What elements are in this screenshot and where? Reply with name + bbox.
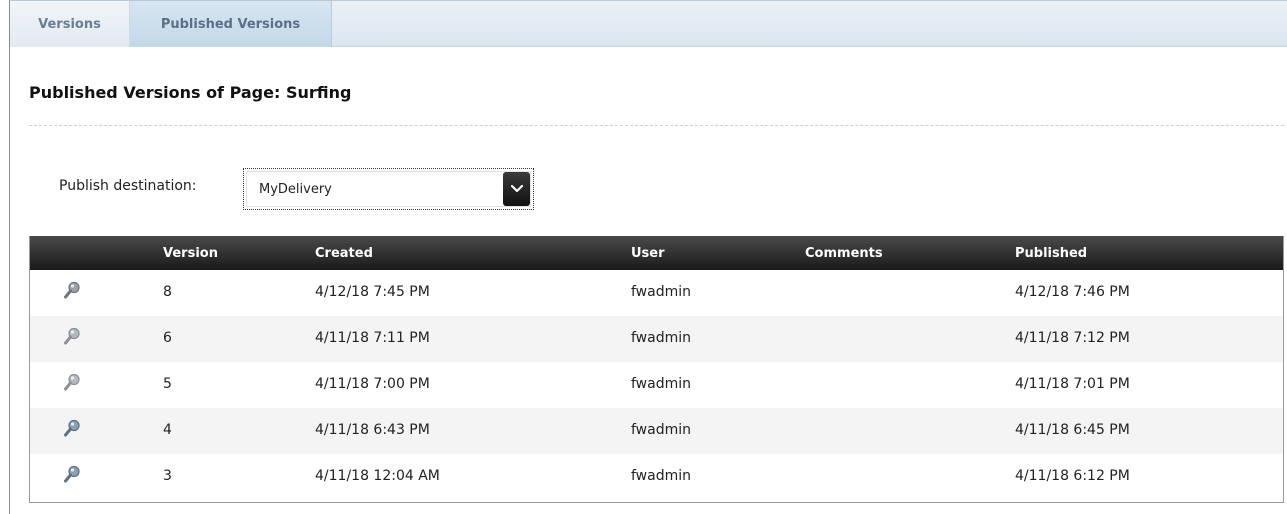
version-cell: 4 — [163, 422, 172, 438]
column-header-created[interactable]: Created — [315, 246, 373, 261]
table-row[interactable]: 8 4/12/18 7:45 PM fwadmin 4/12/18 7:46 P… — [30, 270, 1283, 316]
tab-versions[interactable]: Versions — [10, 1, 130, 47]
published-cell: 4/11/18 7:01 PM — [1015, 376, 1130, 392]
table-row[interactable]: 3 4/11/18 12:04 AM fwadmin 4/11/18 6:12 … — [30, 454, 1283, 500]
table-row[interactable]: 6 4/11/18 7:11 PM fwadmin 4/11/18 7:12 P… — [30, 316, 1283, 362]
select-inner: MyDelivery — [246, 171, 531, 207]
published-versions-table: Version Created User Comments Published … — [29, 236, 1284, 503]
published-cell: 4/11/18 7:12 PM — [1015, 330, 1130, 346]
version-cell: 3 — [163, 468, 172, 484]
tab-published-versions[interactable]: Published Versions — [130, 1, 332, 47]
table-row[interactable]: 4 4/11/18 6:43 PM fwadmin 4/11/18 6:45 P… — [30, 408, 1283, 454]
table-row[interactable]: 5 4/11/18 7:00 PM fwadmin 4/11/18 7:01 P… — [30, 362, 1283, 408]
table-header: Version Created User Comments Published — [30, 236, 1283, 270]
version-cell: 8 — [163, 284, 172, 300]
published-cell: 4/11/18 6:12 PM — [1015, 468, 1130, 484]
page-title: Published Versions of Page: Surfing — [29, 83, 352, 102]
column-header-published[interactable]: Published — [1015, 246, 1087, 261]
column-header-version[interactable]: Version — [163, 246, 218, 261]
user-cell: fwadmin — [631, 468, 691, 484]
publish-destination-label: Publish destination: — [59, 178, 197, 194]
column-header-user[interactable]: User — [631, 246, 665, 261]
user-cell: fwadmin — [631, 376, 691, 392]
version-cell: 5 — [163, 376, 172, 392]
magnifier-icon[interactable] — [63, 465, 81, 489]
magnifier-icon[interactable] — [63, 373, 81, 397]
user-cell: fwadmin — [631, 422, 691, 438]
created-cell: 4/11/18 12:04 AM — [315, 468, 440, 484]
created-cell: 4/11/18 7:00 PM — [315, 376, 430, 392]
publish-destination-select[interactable]: MyDelivery — [243, 168, 534, 210]
publish-destination-value: MyDelivery — [259, 182, 332, 197]
published-cell: 4/11/18 6:45 PM — [1015, 422, 1130, 438]
magnifier-icon[interactable] — [63, 281, 81, 305]
user-cell: fwadmin — [631, 284, 691, 300]
created-cell: 4/12/18 7:45 PM — [315, 284, 430, 300]
created-cell: 4/11/18 6:43 PM — [315, 422, 430, 438]
created-cell: 4/11/18 7:11 PM — [315, 330, 430, 346]
versions-panel: Versions Published Versions Published Ve… — [9, 0, 1287, 514]
user-cell: fwadmin — [631, 330, 691, 346]
column-header-comments[interactable]: Comments — [805, 246, 883, 261]
magnifier-icon[interactable] — [63, 419, 81, 443]
chevron-down-icon[interactable] — [503, 172, 530, 206]
divider — [29, 125, 1284, 126]
version-cell: 6 — [163, 330, 172, 346]
magnifier-icon[interactable] — [63, 327, 81, 351]
published-cell: 4/12/18 7:46 PM — [1015, 284, 1130, 300]
tab-bar: Versions Published Versions — [10, 1, 1287, 47]
